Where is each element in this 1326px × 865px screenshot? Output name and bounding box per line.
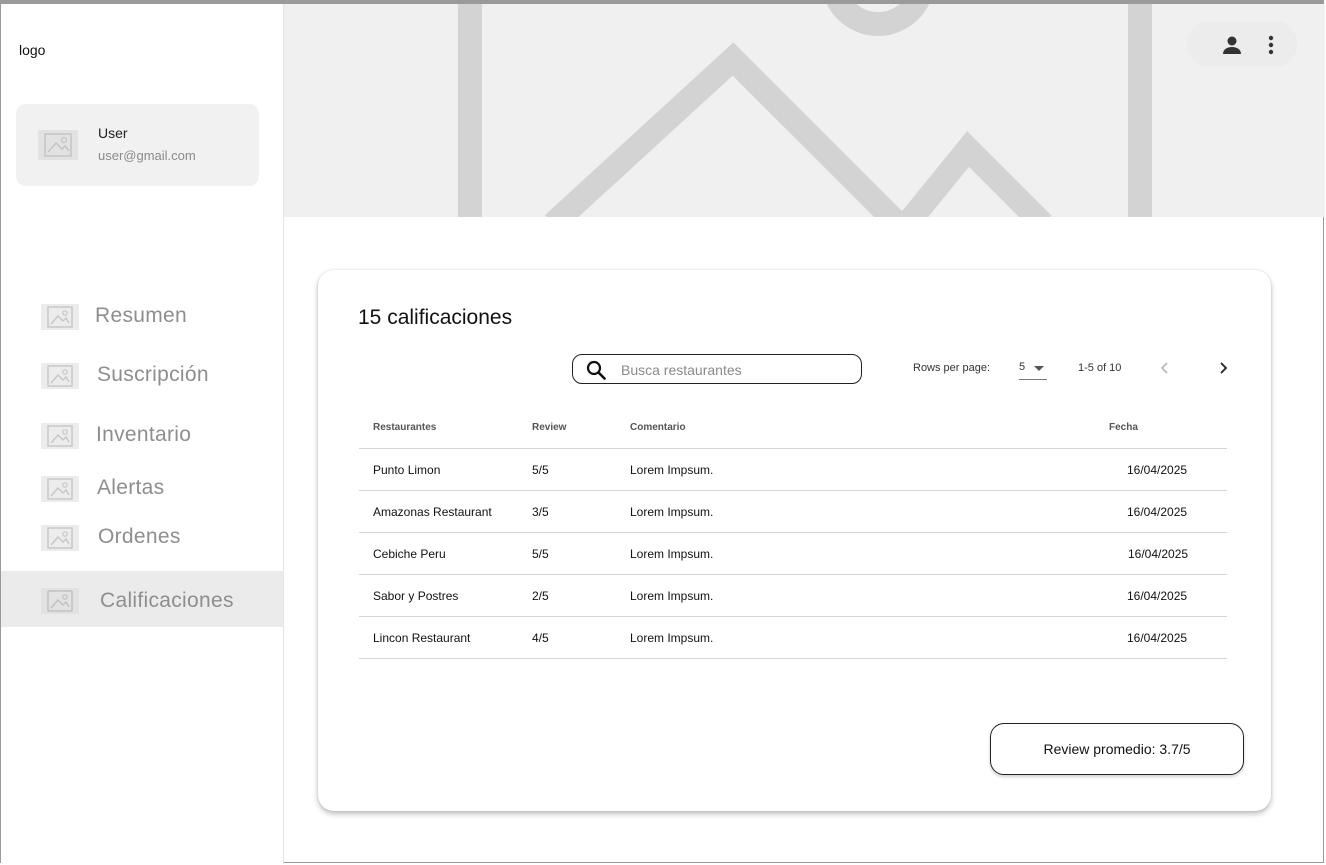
cell-review: 5/5 xyxy=(532,463,549,477)
cell-date: 16/04/2025 xyxy=(1128,547,1189,561)
cell-restaurant: Punto Limon xyxy=(373,463,441,477)
average-review-button[interactable]: Review promedio: 3.7/5 xyxy=(990,723,1244,775)
cell-date: 16/04/2025 xyxy=(1127,463,1188,477)
column-header-comentario[interactable]: Comentario xyxy=(630,422,686,433)
cell-comment: Lorem Impsum. xyxy=(630,463,714,477)
image-placeholder-icon xyxy=(41,363,79,389)
sidebar-item-label: Ordenes xyxy=(98,525,181,548)
sidebar-item-ordenes[interactable]: Ordenes xyxy=(1,509,283,565)
sidebar-item-alertas[interactable]: Alertas xyxy=(1,460,283,516)
sidebar-item-resumen[interactable]: Resumen xyxy=(1,288,283,344)
header-actions xyxy=(1187,21,1297,67)
cell-comment: Lorem Impsum. xyxy=(630,631,714,645)
image-placeholder-icon xyxy=(41,476,79,502)
image-placeholder-icon xyxy=(41,588,79,614)
page-title: 15 calificaciones xyxy=(358,306,513,329)
table-row[interactable]: Amazonas Restaurant 3/5 Lorem Impsum. 16… xyxy=(359,491,1227,533)
search-icon xyxy=(586,360,606,380)
user-name: User xyxy=(98,125,128,141)
column-header-restaurantes[interactable]: Restaurantes xyxy=(373,422,436,433)
sidebar-item-label: Alertas xyxy=(97,476,165,499)
sidebar-item-calificaciones[interactable]: Calificaciones xyxy=(1,571,283,627)
image-placeholder-icon xyxy=(41,525,79,551)
chevron-left-icon xyxy=(1160,362,1168,374)
user-icon[interactable] xyxy=(1220,33,1244,57)
cell-restaurant: Amazonas Restaurant xyxy=(373,505,492,519)
chevron-right-icon xyxy=(1220,362,1228,374)
sidebar-item-inventario[interactable]: Inventario xyxy=(1,407,283,463)
table-row[interactable]: Punto Limon 5/5 Lorem Impsum. 16/04/2025 xyxy=(359,449,1227,491)
sidebar-item-label: Calificaciones xyxy=(100,589,234,612)
prev-page-button[interactable] xyxy=(1156,358,1174,378)
table-row[interactable]: Lincon Restaurant 4/5 Lorem Impsum. 16/0… xyxy=(359,617,1227,659)
page-range: 1-5 of 10 xyxy=(1078,362,1122,374)
column-header-fecha[interactable]: Fecha xyxy=(1109,422,1138,433)
rows-per-page-label: Rows per page: xyxy=(913,362,991,374)
search-box[interactable] xyxy=(572,354,862,384)
image-placeholder-icon xyxy=(41,304,79,330)
rows-per-page-value: 5 xyxy=(1019,361,1026,373)
image-placeholder-icon xyxy=(41,423,79,449)
column-header-review[interactable]: Review xyxy=(532,422,566,433)
user-card[interactable]: User user@gmail.com xyxy=(16,104,259,186)
cell-comment: Lorem Impsum. xyxy=(630,589,714,603)
cell-date: 16/04/2025 xyxy=(1127,505,1188,519)
user-email: user@gmail.com xyxy=(98,148,196,163)
cell-review: 5/5 xyxy=(532,547,549,561)
sidebar-item-label: Resumen xyxy=(95,304,187,327)
table-row[interactable]: Sabor y Postres 2/5 Lorem Impsum. 16/04/… xyxy=(359,575,1227,617)
table-header: Restaurantes Review Comentario Fecha xyxy=(359,412,1227,449)
logo[interactable]: logo xyxy=(19,42,45,58)
cell-review: 4/5 xyxy=(532,631,549,645)
sidebar: logo User user@gmail.com Resumen Suscrip… xyxy=(1,4,284,864)
sidebar-item-label: Suscripción xyxy=(97,363,209,386)
rows-per-page-select[interactable]: 5 xyxy=(1019,360,1047,380)
avatar-image-icon xyxy=(38,130,78,160)
cell-restaurant: Sabor y Postres xyxy=(373,589,459,603)
average-review-label: Review promedio: 3.7/5 xyxy=(1043,741,1191,757)
sidebar-item-label: Inventario xyxy=(96,423,192,446)
table-row[interactable]: Cebiche Peru 5/5 Lorem Impsum. 16/04/202… xyxy=(359,533,1227,575)
cell-comment: Lorem Impsum. xyxy=(630,505,714,519)
cell-review: 2/5 xyxy=(532,589,549,603)
caret-down-icon xyxy=(1034,366,1044,371)
cell-date: 16/04/2025 xyxy=(1127,589,1188,603)
cell-comment: Lorem Impsum. xyxy=(630,547,714,561)
cell-restaurant: Lincon Restaurant xyxy=(373,631,471,645)
next-page-button[interactable] xyxy=(1214,358,1232,378)
cell-date: 16/04/2025 xyxy=(1127,631,1188,645)
cell-review: 3/5 xyxy=(532,505,549,519)
ratings-card: 15 calificaciones Rows per page: 5 1-5 o… xyxy=(318,270,1271,811)
more-vertical-icon[interactable] xyxy=(1259,33,1283,57)
hero-image-placeholder xyxy=(283,4,1325,217)
ratings-table: Restaurantes Review Comentario Fecha Pun… xyxy=(359,412,1227,659)
cell-restaurant: Cebiche Peru xyxy=(373,547,446,561)
search-input[interactable] xyxy=(619,359,853,381)
sidebar-item-suscripcion[interactable]: Suscripción xyxy=(1,347,283,403)
